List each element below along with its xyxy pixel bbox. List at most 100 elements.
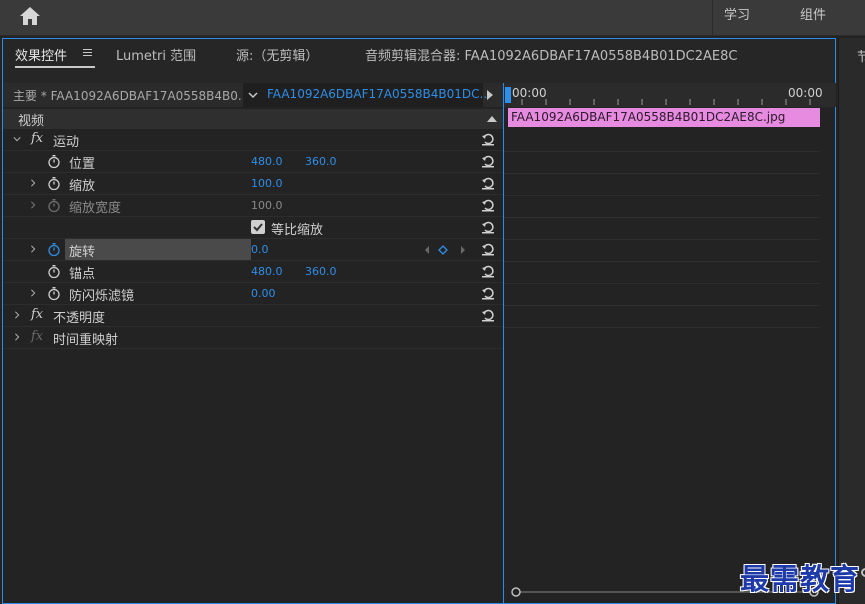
stopwatch-icon[interactable] — [47, 286, 61, 301]
property-row-scale-width[interactable]: 缩放宽度 100.0 — [3, 195, 503, 217]
playhead[interactable] — [505, 87, 511, 103]
fx-icon[interactable]: fx — [31, 131, 43, 146]
watermark-logo: 最需教育 — [740, 562, 861, 596]
twist-closed-icon[interactable] — [29, 288, 37, 298]
opacity-label: 不透明度 — [53, 311, 106, 326]
play-arrow-icon[interactable] — [487, 90, 493, 100]
panel-tabs: 效果控件 Lumetri 范围 源:（无剪辑） 音频剪辑混合器: FAA1092… — [3, 39, 835, 69]
track-divider — [504, 261, 820, 262]
clip-bar-label: FAA1092A6DBAF17A0558B4B01DC2AE8C.jpg — [511, 110, 786, 124]
track-divider — [504, 283, 820, 284]
reset-icon[interactable] — [481, 154, 495, 168]
motion-label: 运动 — [53, 135, 80, 150]
time-ruler[interactable]: 00:00 00:00 — [504, 83, 836, 107]
position-x-value[interactable]: 480.0 — [251, 155, 283, 168]
source-row: 主要 * FAA1092A6DBAF17A0558B4B0... FAA1092… — [3, 83, 503, 107]
panel-menu-icon[interactable] — [83, 48, 92, 57]
ruler-ticks — [521, 99, 811, 105]
scroll-handle-icon[interactable] — [861, 568, 865, 577]
property-row-scale[interactable]: 缩放 100.0 — [3, 173, 503, 195]
track-divider — [504, 173, 820, 174]
fx-icon[interactable]: fx — [31, 307, 43, 322]
anchor-x-value[interactable]: 480.0 — [251, 265, 283, 278]
twist-closed-icon[interactable] — [29, 200, 37, 210]
twist-closed-icon[interactable] — [29, 178, 37, 188]
scale-width-value: 100.0 — [251, 199, 283, 212]
master-clip-label[interactable]: 主要 * FAA1092A6DBAF17A0558B4B0... — [13, 87, 249, 104]
reset-icon[interactable] — [481, 264, 495, 278]
keyframe-nav-icon[interactable] — [423, 244, 469, 256]
reset-icon[interactable] — [481, 132, 495, 146]
right-panel-strip: 节 — [838, 38, 865, 604]
twist-closed-icon[interactable] — [13, 310, 21, 320]
rotation-label: 旋转 — [69, 245, 96, 260]
scale-value[interactable]: 100.0 — [251, 177, 283, 190]
clip-selector-label: FAA1092A6DBAF17A0558B4B01DC... — [267, 87, 491, 101]
stopwatch-icon[interactable] — [47, 264, 61, 279]
track-divider — [504, 217, 820, 218]
workspace-separator — [712, 0, 713, 36]
track-divider — [504, 195, 820, 196]
effect-row-opacity[interactable]: fx 不透明度 — [3, 305, 503, 327]
active-tab-underline — [15, 66, 95, 68]
property-row-position[interactable]: 位置 480.0 360.0 — [3, 151, 503, 173]
anti-flicker-value[interactable]: 0.00 — [251, 287, 276, 300]
fx-icon: fx — [31, 329, 44, 344]
reset-icon[interactable] — [481, 220, 495, 234]
tab-lumetri-scopes[interactable]: Lumetri 范围 — [116, 45, 196, 64]
track-divider — [504, 327, 820, 328]
position-label: 位置 — [69, 157, 96, 172]
stopwatch-icon[interactable] — [47, 176, 61, 191]
reset-icon[interactable] — [481, 308, 495, 322]
uniform-scale-label: 等比缩放 — [271, 223, 324, 238]
stopwatch-icon[interactable] — [47, 154, 61, 169]
checkmark-icon — [253, 223, 263, 232]
twist-closed-icon[interactable] — [29, 244, 37, 254]
reset-icon[interactable] — [481, 198, 495, 212]
scroll-up-icon[interactable] — [487, 116, 497, 122]
clip-selector[interactable]: FAA1092A6DBAF17A0558B4B01DC... — [243, 83, 491, 107]
effect-timeline: 00:00 00:00 FAA1092A6DBAF17A0558B4B01DC2… — [503, 83, 836, 603]
stopwatch-active-icon[interactable] — [47, 242, 61, 257]
property-row-rotation[interactable]: 旋转 0.0 — [3, 239, 503, 261]
twist-closed-icon[interactable] — [13, 332, 21, 342]
reset-icon[interactable] — [481, 176, 495, 190]
uniform-scale-checkbox[interactable] — [251, 220, 265, 234]
tab-audio-clip-mixer[interactable]: 音频剪辑混合器: FAA1092A6DBAF17A0558B4B01DC2AE8… — [365, 45, 737, 64]
video-section-label: 视频 — [18, 114, 45, 129]
reset-icon[interactable] — [481, 286, 495, 300]
anti-flicker-label: 防闪烁滤镜 — [69, 289, 135, 304]
start-timecode: 00:00 — [512, 86, 547, 100]
right-panel-tab[interactable]: 节 — [857, 46, 865, 65]
rotation-value[interactable]: 0.0 — [251, 243, 269, 256]
scale-width-label: 缩放宽度 — [69, 201, 122, 216]
clip-bar[interactable]: FAA1092A6DBAF17A0558B4B01DC2AE8C.jpg — [508, 108, 820, 127]
anchor-label: 锚点 — [69, 267, 96, 282]
tab-effect-controls[interactable]: 效果控件 — [15, 45, 67, 64]
position-y-value[interactable]: 360.0 — [305, 155, 337, 168]
workspace-components[interactable]: 组件 — [800, 4, 826, 23]
effect-controls-panel: 效果控件 Lumetri 范围 源:（无剪辑） 音频剪辑混合器: FAA1092… — [2, 38, 836, 604]
chevron-down-icon — [248, 92, 258, 99]
stopwatch-icon — [48, 199, 60, 213]
workspace-learn[interactable]: 学习 — [724, 4, 750, 23]
track-divider — [504, 151, 820, 152]
property-row-anchor[interactable]: 锚点 480.0 360.0 — [3, 261, 503, 283]
effect-list: 主要 * FAA1092A6DBAF17A0558B4B0... FAA1092… — [3, 83, 503, 603]
effect-row-motion[interactable]: fx 运动 — [3, 129, 503, 151]
time-remap-label: 时间重映射 — [53, 333, 119, 348]
top-bar: 学习 组件 — [0, 0, 865, 36]
anchor-y-value[interactable]: 360.0 — [305, 265, 337, 278]
reset-icon[interactable] — [481, 242, 495, 256]
property-row-anti-flicker[interactable]: 防闪烁滤镜 0.00 — [3, 283, 503, 305]
property-row-uniform-scale: 等比缩放 — [3, 217, 503, 239]
twist-open-icon[interactable] — [13, 134, 21, 144]
end-timecode: 00:00 — [788, 86, 823, 100]
tab-source[interactable]: 源:（无剪辑） — [236, 45, 318, 64]
track-divider — [504, 239, 820, 240]
effect-row-time-remap[interactable]: fx 时间重映射 — [3, 327, 503, 349]
home-icon[interactable] — [18, 5, 42, 27]
scale-label: 缩放 — [69, 179, 96, 194]
video-section-header: 视频 — [3, 109, 503, 129]
track-divider — [504, 305, 820, 306]
